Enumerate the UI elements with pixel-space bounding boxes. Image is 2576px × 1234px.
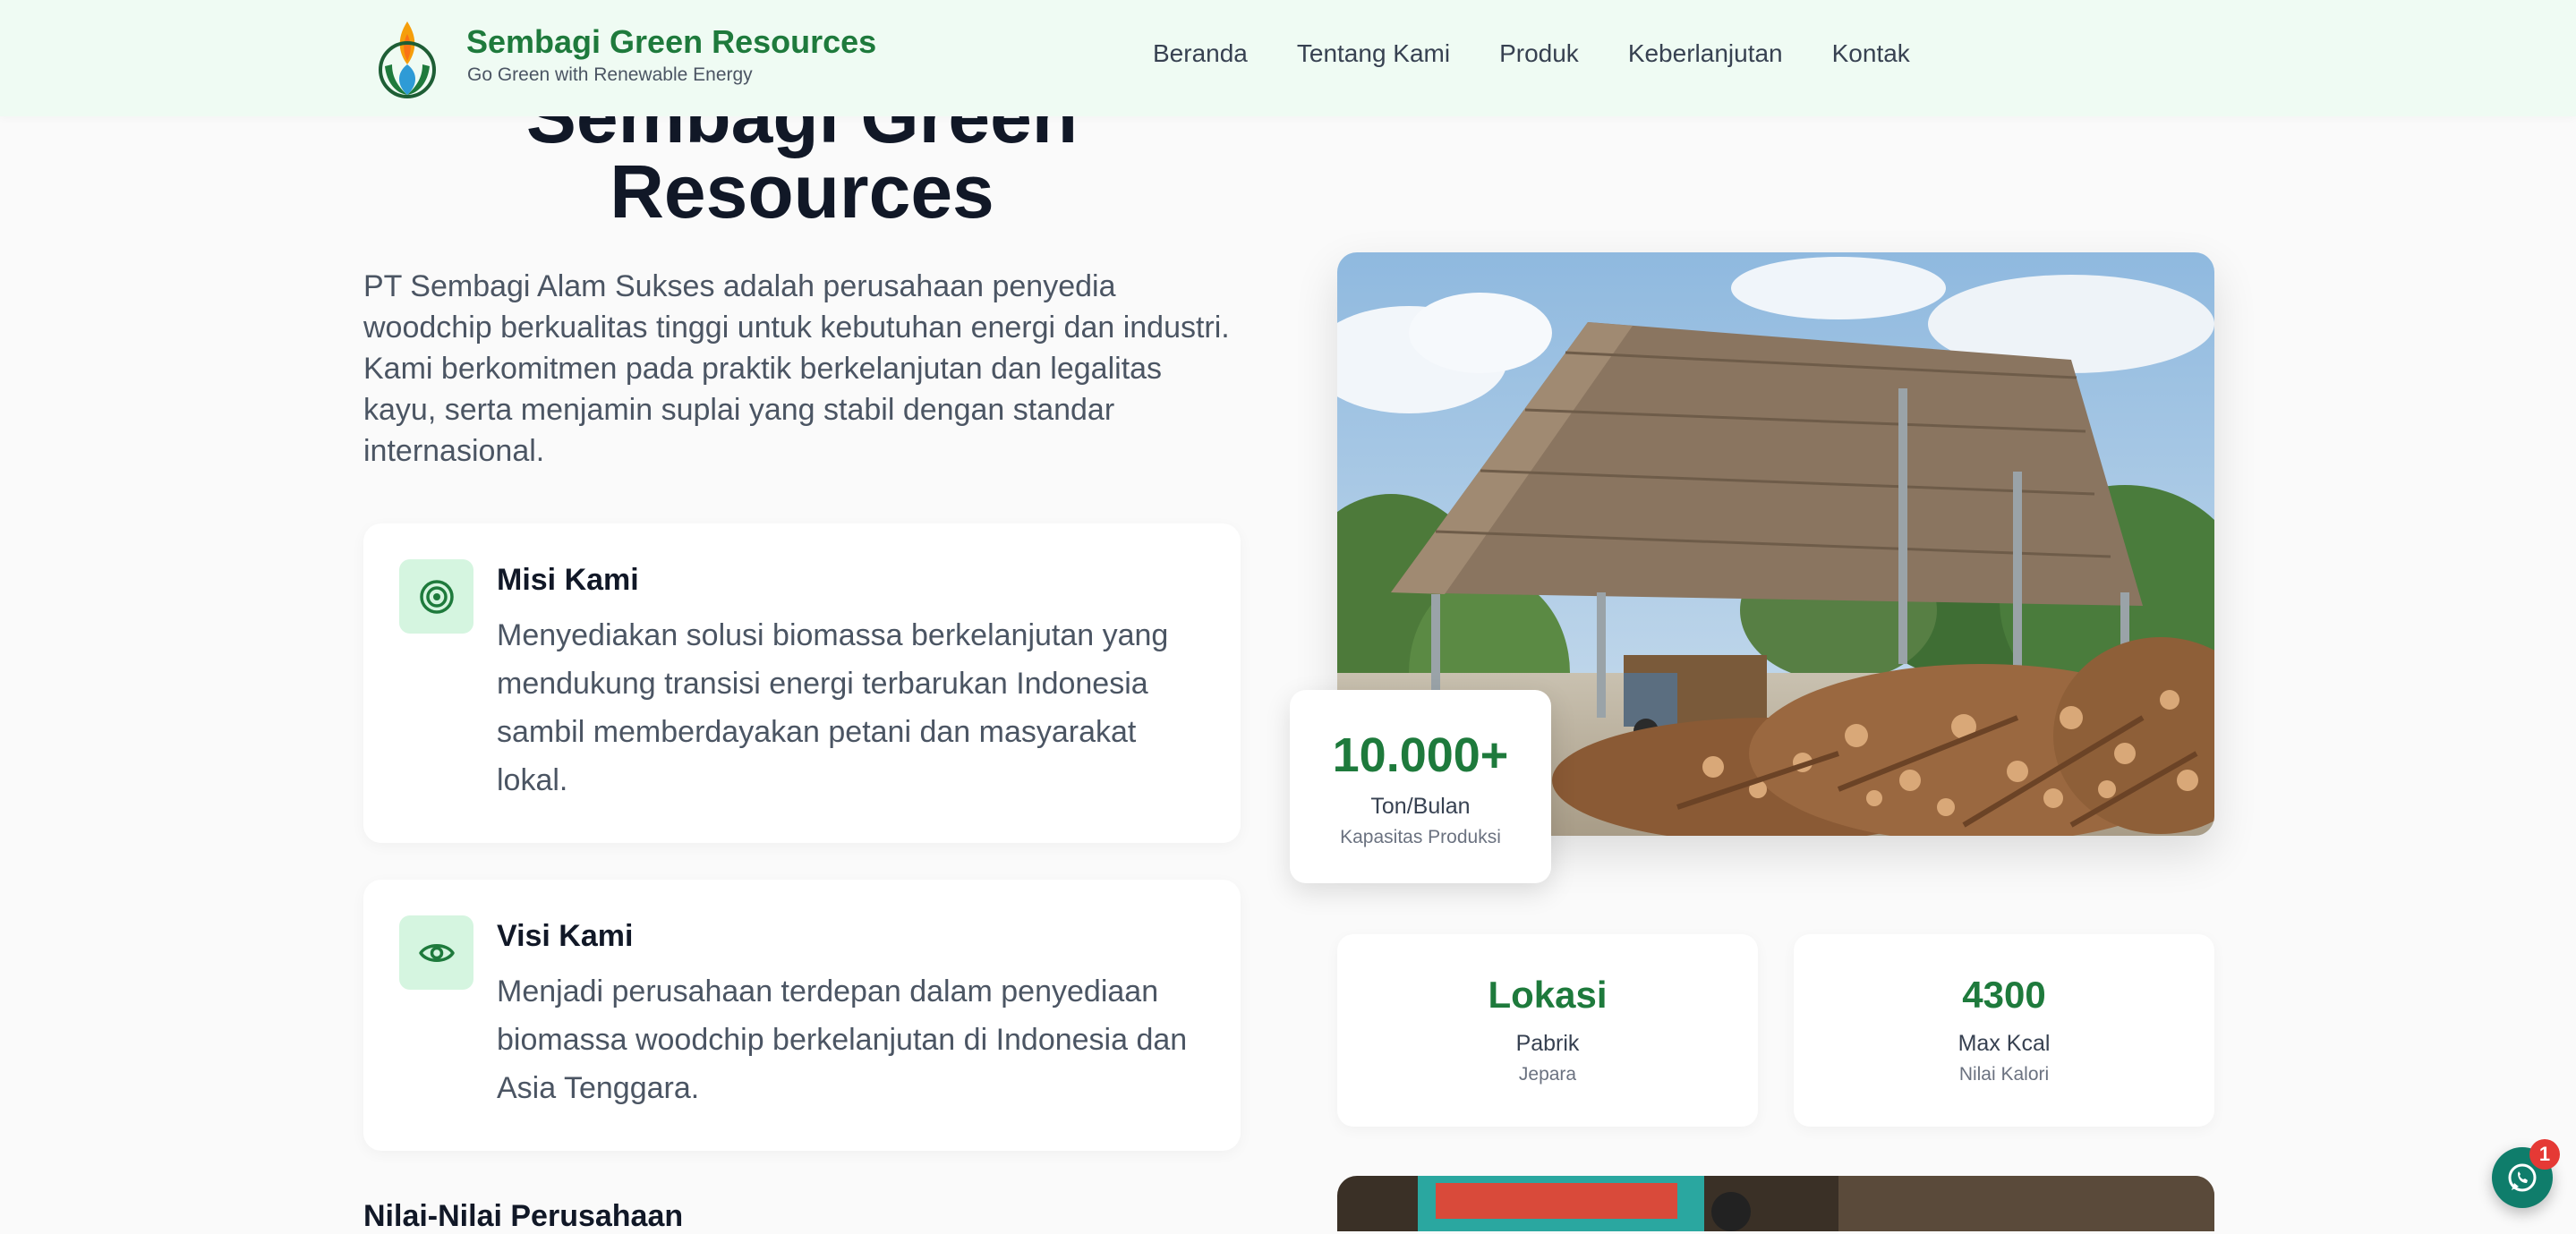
target-icon [399,559,473,634]
calorie-unit: Max Kcal [1958,1031,2051,1056]
values-heading: Nilai-Nilai Perusahaan [363,1199,684,1233]
mission-card: Misi Kami Menyediakan solusi biomassa be… [363,523,1241,843]
calorie-stat-card: 4300 Max Kcal Nilai Kalori [1794,934,2214,1127]
location-value: Lokasi [1488,974,1608,1016]
vision-card: Visi Kami Menjadi perusahaan terdepan da… [363,880,1241,1151]
vision-title: Visi Kami [497,919,634,953]
location-stat-card: Lokasi Pabrik Jepara [1337,934,1758,1127]
location-label: Jepara [1518,1064,1577,1085]
mission-title: Misi Kami [497,563,639,597]
nav-tentang-kami[interactable]: Tentang Kami [1297,39,1450,68]
company-description: PT Sembagi Alam Sukses adalah perusahaan… [363,269,1230,468]
nav-produk[interactable]: Produk [1499,39,1579,68]
vision-text: Menjadi perusahaan terdepan dalam penyed… [497,974,1188,1105]
page-title-line-2: Resources [610,149,994,234]
capacity-label: Kapasitas Produksi [1340,827,1501,847]
capacity-unit: Ton/Bulan [1370,794,1471,819]
capacity-value: 10.000+ [1332,728,1509,782]
site-header: Sembagi Green Resources Go Green with Re… [0,0,2576,116]
mission-text: Menyediakan solusi biomassa berkelanjuta… [497,618,1169,797]
flame-leaf-logo-icon[interactable] [376,14,439,98]
nav-kontak[interactable]: Kontak [1832,39,1910,68]
capacity-stat-card: 10.000+ Ton/Bulan Kapasitas Produksi [1290,690,1551,883]
eye-icon [399,915,473,990]
notification-badge: 1 [2529,1139,2560,1170]
nav-keberlanjutan[interactable]: Keberlanjutan [1628,39,1783,68]
calorie-label: Nilai Kalori [1958,1064,2050,1085]
location-unit: Pabrik [1515,1031,1580,1056]
brand-name[interactable]: Sembagi Green Resources [466,23,876,61]
nav-beranda[interactable]: Beranda [1153,39,1248,68]
main-nav: Beranda Tentang Kami Produk Keberlanjuta… [1153,39,1959,68]
shop-photo [1337,1176,2214,1231]
brand-tagline: Go Green with Renewable Energy [467,64,753,85]
calorie-value: 4300 [1962,974,2046,1016]
